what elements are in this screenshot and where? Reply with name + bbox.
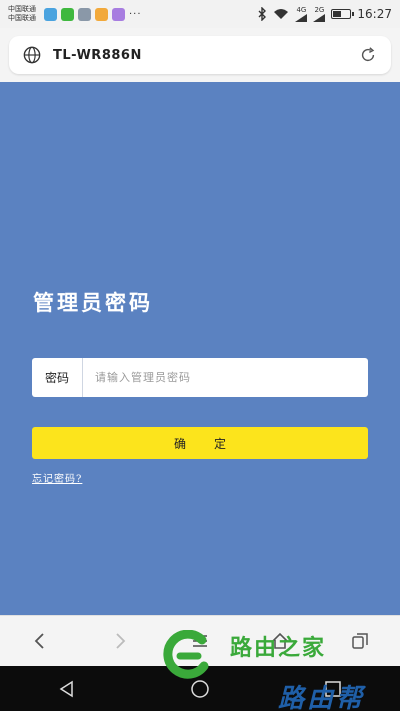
forward-button[interactable] (108, 629, 132, 653)
status-left: 中国联通 中国联通 ··· (8, 5, 142, 23)
more-notifications-icon: ··· (129, 8, 142, 20)
circle-home-icon (191, 679, 209, 698)
carrier-2: 中国联通 (8, 14, 36, 22)
carrier-info: 中国联通 中国联通 (8, 5, 36, 23)
confirm-button[interactable]: 确定 (32, 427, 368, 459)
notification-app-icon (112, 7, 125, 21)
status-time: 16:27 (357, 7, 392, 21)
wifi-icon (274, 9, 289, 19)
menu-icon (193, 635, 207, 647)
gallery-icon (78, 7, 91, 21)
system-back-button[interactable] (56, 678, 78, 700)
password-row: 密码 (32, 358, 368, 397)
reload-icon[interactable] (359, 46, 377, 64)
network-4g: 4G (295, 5, 308, 22)
notification-app-icon (95, 7, 108, 21)
square-recents-icon (325, 680, 342, 697)
triangle-back-icon (59, 680, 73, 697)
tabs-icon (352, 633, 368, 649)
page-title: 管理员密码 (33, 290, 153, 315)
tabs-button[interactable] (348, 629, 372, 653)
status-bar: 中国联通 中国联通 ··· 4G 2G 16:27 (0, 0, 400, 28)
carrier-1: 中国联通 (8, 5, 36, 13)
browser-toolbar (0, 615, 400, 666)
forgot-password-link[interactable]: 忘记密码? (32, 470, 82, 485)
home-icon (272, 632, 288, 649)
globe-icon (23, 46, 41, 64)
router-login-page: 管理员密码 密码 确定 忘记密码? (0, 82, 400, 615)
notification-app-icon (44, 7, 57, 21)
status-right: 4G 2G 16:27 (257, 5, 392, 22)
bluetooth-icon (258, 7, 267, 21)
system-nav-bar (0, 666, 400, 711)
system-home-button[interactable] (189, 678, 211, 700)
address-field[interactable]: TL-WR886N (9, 36, 391, 74)
home-button[interactable] (268, 629, 292, 653)
system-recents-button[interactable] (322, 678, 344, 700)
url-text[interactable]: TL-WR886N (53, 48, 359, 63)
signal-icon (313, 13, 326, 22)
chevron-right-icon (116, 633, 126, 649)
signal-icon (295, 13, 308, 22)
network-4g-label: 4G (296, 5, 307, 14)
password-input[interactable] (83, 358, 368, 397)
network-2g: 2G (313, 5, 326, 22)
chevron-left-icon (34, 633, 44, 649)
battery-icon (331, 9, 355, 19)
back-button[interactable] (28, 629, 52, 653)
menu-button[interactable] (188, 629, 212, 653)
wechat-icon (61, 7, 74, 21)
password-label: 密码 (32, 358, 83, 397)
address-bar: TL-WR886N (0, 28, 400, 82)
network-2g-label: 2G (314, 5, 325, 14)
